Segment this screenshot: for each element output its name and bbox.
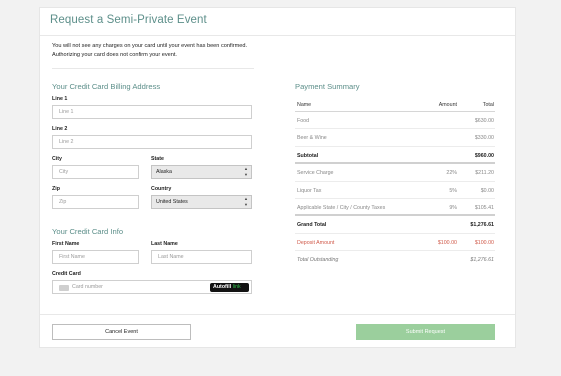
row-name: Applicable State / City / County Taxes bbox=[297, 204, 386, 211]
country-value: United States bbox=[156, 199, 188, 205]
line1-label: Line 1 bbox=[52, 96, 68, 102]
line1-input[interactable]: Line 1 bbox=[52, 105, 252, 119]
line2-input[interactable]: Line 2 bbox=[52, 135, 252, 149]
select-arrows-icon: ▲ ▼ bbox=[244, 166, 248, 177]
state-label: State bbox=[151, 156, 164, 162]
autofill-link-button[interactable]: Autofill link bbox=[210, 283, 249, 292]
table-row: Applicable State / City / County Taxes 9… bbox=[295, 199, 495, 217]
zip-input[interactable]: Zip bbox=[52, 195, 139, 209]
row-total: $960.00 bbox=[474, 152, 494, 159]
divider bbox=[40, 314, 515, 315]
row-name: Subtotal bbox=[297, 152, 319, 159]
table-header: Name Amount Total bbox=[295, 97, 495, 112]
table-row: Food $630.00 bbox=[295, 112, 495, 130]
card-number-placeholder: Card number bbox=[72, 284, 103, 290]
first-name-label: First Name bbox=[52, 241, 80, 247]
event-request-card: Request a Semi-Private Event You will no… bbox=[39, 7, 516, 348]
credit-card-icon bbox=[59, 285, 69, 291]
state-value: Alaska bbox=[156, 169, 172, 175]
last-name-label: Last Name bbox=[151, 241, 178, 247]
deposit-row: Deposit Amount $100.00 $100.00 bbox=[295, 234, 495, 252]
credit-card-label: Credit Card bbox=[52, 271, 81, 277]
link-label: link bbox=[232, 284, 241, 290]
row-name: Beer & Wine bbox=[297, 135, 327, 142]
last-name-input[interactable]: Last Name bbox=[151, 250, 252, 264]
divider bbox=[40, 35, 515, 36]
state-select[interactable]: Alaska ▲ ▼ bbox=[151, 165, 252, 179]
row-amount: 9% bbox=[449, 204, 457, 211]
payment-summary-table: Name Amount Total Food $630.00 Beer & Wi… bbox=[295, 97, 495, 269]
divider bbox=[52, 68, 254, 69]
billing-heading: Your Credit Card Billing Address bbox=[52, 82, 161, 91]
country-label: Country bbox=[151, 186, 172, 192]
select-arrows-icon: ▲ ▼ bbox=[244, 196, 248, 207]
payment-summary-heading: Payment Summary bbox=[295, 82, 360, 91]
city-label: City bbox=[52, 156, 63, 162]
row-amount: 5% bbox=[449, 187, 457, 194]
header-name: Name bbox=[297, 102, 312, 108]
card-info-heading: Your Credit Card Info bbox=[52, 227, 124, 236]
zip-label: Zip bbox=[52, 186, 60, 192]
line2-label: Line 2 bbox=[52, 126, 68, 132]
grand-total-row: Grand Total $1,276.61 bbox=[295, 216, 495, 234]
city-input[interactable]: City bbox=[52, 165, 139, 179]
row-name: Liquor Tax bbox=[297, 187, 322, 194]
subtotal-row: Subtotal $960.00 bbox=[295, 147, 495, 165]
cancel-event-button[interactable]: Cancel Event bbox=[52, 324, 191, 340]
row-total: $1,276.61 bbox=[470, 222, 494, 229]
page-title: Request a Semi-Private Event bbox=[50, 14, 207, 26]
first-name-input[interactable]: First Name bbox=[52, 250, 139, 264]
table-row: Beer & Wine $330.00 bbox=[295, 129, 495, 147]
autofill-label: Autofill bbox=[213, 284, 232, 290]
row-total: $1,276.61 bbox=[470, 257, 494, 264]
row-name: Total Outstanding bbox=[297, 257, 339, 264]
header-total: Total bbox=[482, 102, 494, 108]
row-total: $100.00 bbox=[474, 239, 494, 246]
country-select[interactable]: United States ▲ ▼ bbox=[151, 195, 252, 209]
row-total: $630.00 bbox=[474, 118, 494, 124]
row-total: $105.41 bbox=[474, 204, 494, 211]
row-total: $211.20 bbox=[475, 170, 494, 177]
row-name: Grand Total bbox=[297, 222, 327, 229]
row-name: Food bbox=[297, 118, 310, 124]
intro-text: You will not see any charges on your car… bbox=[52, 43, 248, 58]
row-amount: 22% bbox=[446, 170, 457, 177]
row-name: Service Charge bbox=[297, 170, 334, 177]
submit-request-button[interactable]: Submit Request bbox=[356, 324, 495, 340]
table-row: Service Charge 22% $211.20 bbox=[295, 164, 495, 182]
card-number-input[interactable]: Card number Autofill link bbox=[52, 280, 252, 294]
header-amount: Amount bbox=[438, 102, 457, 108]
table-row: Liquor Tax 5% $0.00 bbox=[295, 182, 495, 199]
row-total: $0.00 bbox=[480, 187, 494, 194]
row-total: $330.00 bbox=[474, 135, 494, 142]
row-amount: $100.00 bbox=[437, 239, 457, 246]
row-name: Deposit Amount bbox=[297, 239, 335, 246]
total-outstanding-row: Total Outstanding $1,276.61 bbox=[295, 251, 495, 268]
